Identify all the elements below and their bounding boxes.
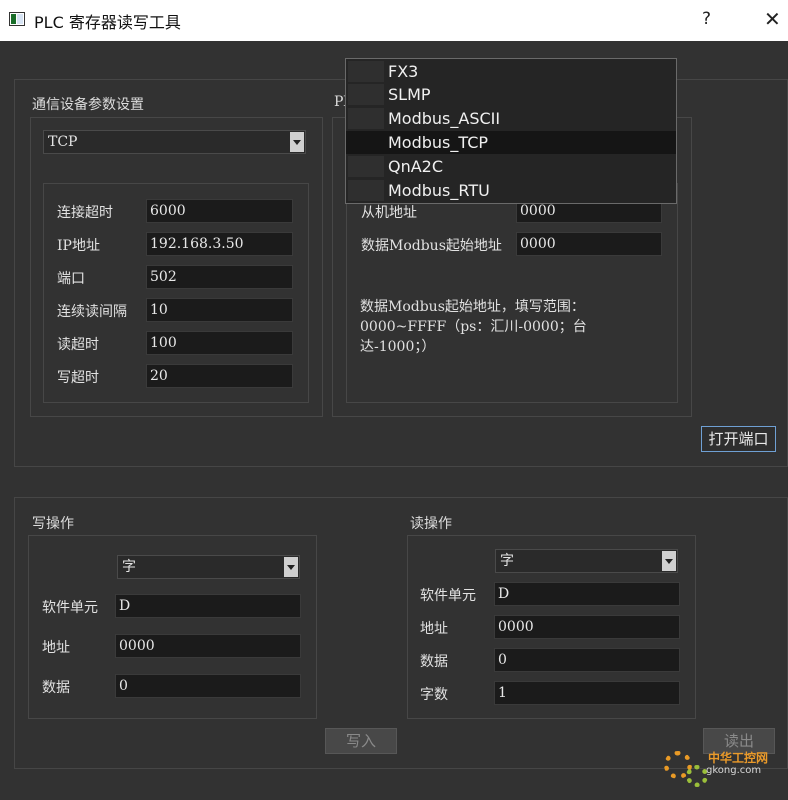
option-label: Modbus_TCP xyxy=(388,133,489,152)
open-port-button[interactable]: 打开端口 xyxy=(701,426,776,452)
write-data-field[interactable]: 0 xyxy=(115,674,301,698)
read-count-label: 字数 xyxy=(420,687,448,703)
read-op-heading: 读操作 xyxy=(410,516,452,532)
option-swatch xyxy=(348,84,384,105)
option-swatch xyxy=(348,132,384,153)
read-type-value: 字 xyxy=(500,553,514,569)
close-button[interactable]: ✕ xyxy=(764,7,781,31)
option-swatch xyxy=(348,156,384,177)
option-swatch xyxy=(348,180,384,201)
protocol-option-modbus-ascii[interactable]: Modbus_ASCII xyxy=(346,107,676,130)
note-line-3: 达-1000；） xyxy=(360,339,436,355)
comm-mode-select[interactable]: TCP xyxy=(43,130,306,154)
help-button[interactable]: ? xyxy=(702,9,711,29)
port-label: 端口 xyxy=(57,271,85,287)
write-address-label: 地址 xyxy=(42,640,70,656)
watermark-text: 中华工控网 xyxy=(708,751,769,765)
modbus-start-label: 数据Modbus起始地址 xyxy=(361,238,502,254)
watermark-url: gkong.com xyxy=(706,765,762,776)
read-timeout-field[interactable]: 100 xyxy=(146,331,293,355)
read-unit-field[interactable]: D xyxy=(494,582,680,606)
port-field[interactable]: 502 xyxy=(146,265,293,289)
write-unit-field[interactable]: D xyxy=(115,594,301,618)
option-label: Modbus_ASCII xyxy=(388,109,501,128)
slave-address-label: 从机地址 xyxy=(361,205,417,221)
chevron-down-icon xyxy=(662,551,676,571)
write-timeout-field[interactable]: 20 xyxy=(146,364,293,388)
note-line-2: 0000~FFFF（ps：汇川-0000；台 xyxy=(360,319,587,335)
comm-heading: 通信设备参数设置 xyxy=(32,97,144,113)
option-swatch xyxy=(348,108,384,129)
option-label: FX3 xyxy=(388,62,419,81)
write-timeout-label: 写超时 xyxy=(57,370,99,386)
watermark: 中华工控网 gkong.com xyxy=(660,745,780,793)
write-address-field[interactable]: 0000 xyxy=(115,634,301,658)
protocol-dropdown[interactable]: FX3 SLMP Modbus_ASCII Modbus_TCP QnA2C M… xyxy=(345,58,677,204)
write-button[interactable]: 写入 xyxy=(325,728,397,754)
chevron-down-icon xyxy=(290,132,304,152)
write-type-select[interactable]: 字 xyxy=(117,555,300,579)
title-bar: PLC 寄存器读写工具 ? ✕ xyxy=(0,0,788,41)
chevron-down-icon xyxy=(284,557,298,577)
option-label: QnA2C xyxy=(388,157,444,176)
read-count-field[interactable]: 1 xyxy=(494,681,680,705)
modbus-range-note: 数据Modbus起始地址，填写范围： 0000~FFFF（ps：汇川-0000；… xyxy=(360,297,660,357)
read-address-field[interactable]: 0000 xyxy=(494,615,680,639)
write-data-label: 数据 xyxy=(42,680,70,696)
ip-address-label: IP地址 xyxy=(57,238,100,254)
read-interval-field[interactable]: 10 xyxy=(146,298,293,322)
connect-timeout-field[interactable]: 6000 xyxy=(146,199,293,223)
read-address-label: 地址 xyxy=(420,621,448,637)
read-interval-label: 连续读间隔 xyxy=(57,304,127,320)
read-unit-label: 软件单元 xyxy=(420,588,476,604)
read-data-label: 数据 xyxy=(420,654,448,670)
modbus-start-field[interactable]: 0000 xyxy=(516,232,662,256)
protocol-option-fx3[interactable]: FX3 xyxy=(346,60,676,83)
write-type-value: 字 xyxy=(122,559,136,575)
protocol-option-modbus-rtu[interactable]: Modbus_RTU xyxy=(346,179,676,202)
app-icon xyxy=(9,12,25,26)
write-unit-label: 软件单元 xyxy=(42,600,98,616)
note-line-1: 数据Modbus起始地址，填写范围： xyxy=(360,299,585,315)
comm-mode-value: TCP xyxy=(48,134,78,150)
write-op-heading: 写操作 xyxy=(32,516,74,532)
read-data-field[interactable]: 0 xyxy=(494,648,680,672)
option-swatch xyxy=(348,61,384,82)
read-timeout-label: 读超时 xyxy=(57,337,99,353)
protocol-option-modbus-tcp[interactable]: Modbus_TCP xyxy=(346,131,676,154)
connect-timeout-label: 连接超时 xyxy=(57,205,113,221)
protocol-option-qna2c[interactable]: QnA2C xyxy=(346,155,676,178)
option-label: SLMP xyxy=(388,85,431,104)
ip-address-field[interactable]: 192.168.3.50 xyxy=(146,232,293,256)
gear-icon xyxy=(686,765,708,787)
option-label: Modbus_RTU xyxy=(388,181,490,200)
protocol-option-slmp[interactable]: SLMP xyxy=(346,83,676,106)
read-type-select[interactable]: 字 xyxy=(495,549,678,573)
window-title: PLC 寄存器读写工具 xyxy=(34,13,181,32)
